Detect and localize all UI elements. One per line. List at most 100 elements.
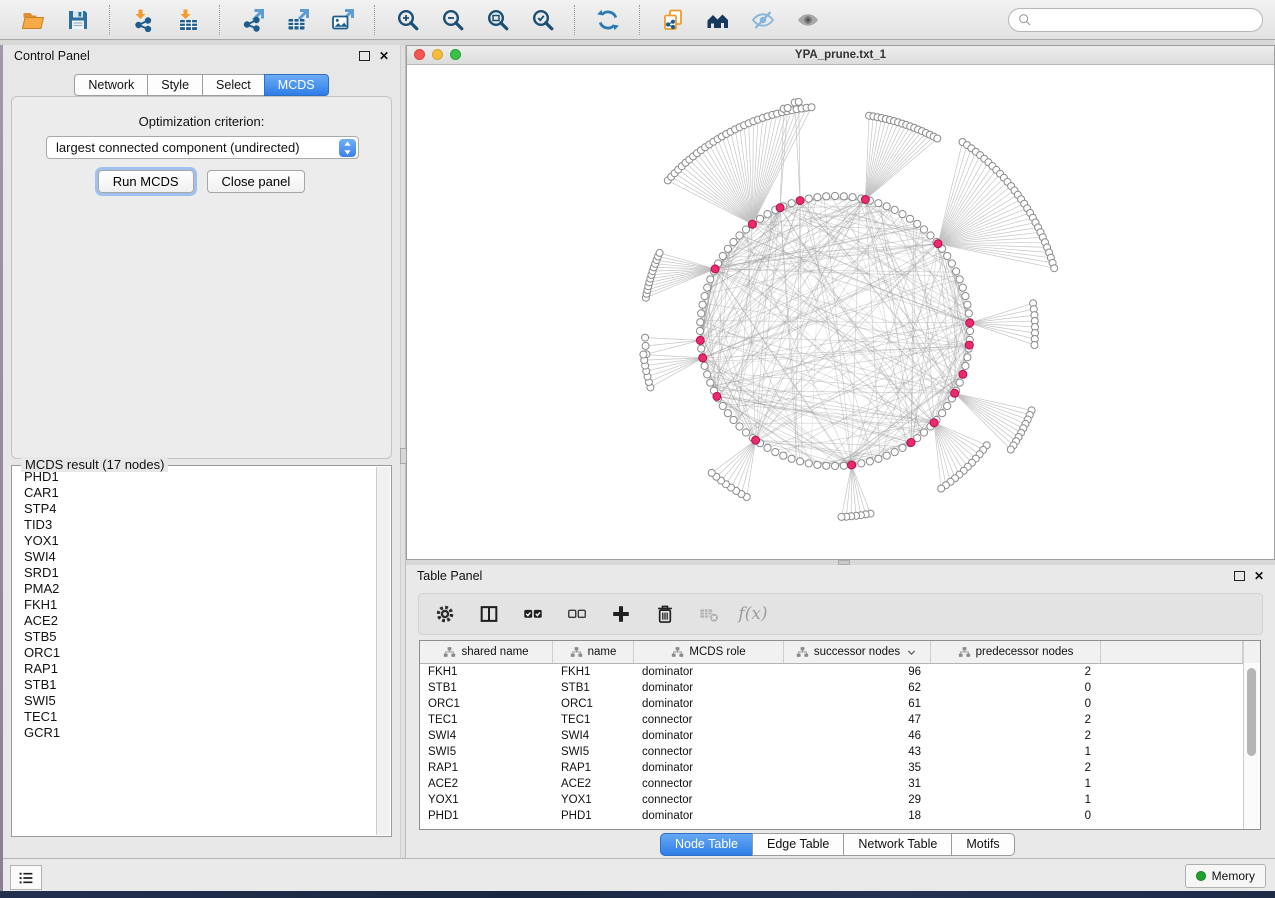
- open-file-button[interactable]: [19, 6, 46, 33]
- window-close-button[interactable]: [414, 49, 425, 60]
- column-header-mcds-role[interactable]: MCDS role: [634, 641, 784, 663]
- copy-network-button[interactable]: [659, 6, 686, 33]
- export-table-button[interactable]: [284, 6, 311, 33]
- tab-motifs[interactable]: Motifs: [951, 833, 1014, 856]
- tab-network[interactable]: Network: [74, 74, 147, 96]
- tab-mcds[interactable]: MCDS: [264, 74, 329, 96]
- cell-shared-name: ACE2: [420, 778, 553, 790]
- export-network-button[interactable]: [239, 6, 266, 33]
- run-mcds-button[interactable]: Run MCDS: [98, 170, 194, 193]
- column-header-successor-nodes[interactable]: successor nodes: [784, 641, 931, 663]
- zoom-in-button[interactable]: [394, 6, 421, 33]
- mcds-result-item[interactable]: STP4: [24, 501, 377, 517]
- result-list-scrollbar[interactable]: [376, 467, 390, 835]
- search-field[interactable]: [1008, 8, 1263, 32]
- cell-mcds-role: dominator: [634, 730, 784, 742]
- task-history-button[interactable]: [10, 865, 42, 890]
- mcds-result-item[interactable]: RAP1: [24, 661, 377, 677]
- add-column-button[interactable]: [609, 602, 633, 626]
- settings-gear-button[interactable]: [433, 602, 457, 626]
- select-all-button[interactable]: [521, 602, 545, 626]
- close-table-panel-icon[interactable]: ✕: [1254, 570, 1264, 582]
- mcds-result-item[interactable]: TEC1: [24, 709, 377, 725]
- network-window-title: YPA_prune.txt_1: [795, 49, 886, 61]
- mcds-result-item[interactable]: SRD1: [24, 565, 377, 581]
- delete-column-button[interactable]: [653, 602, 677, 626]
- show-all-button[interactable]: [794, 6, 821, 33]
- table-row[interactable]: SWI4SWI4dominator462: [420, 728, 1260, 744]
- mcds-result-item[interactable]: FKH1: [24, 597, 377, 613]
- table-scrollbar-thumb[interactable]: [1247, 668, 1256, 756]
- close-panel-icon[interactable]: ✕: [379, 50, 389, 62]
- zoom-out-button[interactable]: [439, 6, 466, 33]
- import-table-button[interactable]: [174, 6, 201, 33]
- table-panel-tabs: Node TableEdge TableNetwork TableMotifs: [660, 833, 1015, 856]
- deselect-all-button[interactable]: [565, 602, 589, 626]
- mcds-result-list[interactable]: PHD1CAR1STP4TID3YOX1SWI4SRD1PMA2FKH1ACE2…: [12, 469, 377, 835]
- column-header-shared-name[interactable]: shared name: [420, 641, 553, 663]
- select-stepper-icon: [339, 139, 356, 157]
- first-neighbors-button[interactable]: [704, 6, 731, 33]
- mcds-result-item[interactable]: TID3: [24, 517, 377, 533]
- float-table-panel-icon[interactable]: [1234, 571, 1245, 581]
- refresh-layout-button[interactable]: [594, 6, 621, 33]
- table-scrollbar[interactable]: [1243, 663, 1260, 829]
- table-row[interactable]: ACE2ACE2connector311: [420, 776, 1260, 792]
- cell-predecessor-nodes: 2: [931, 666, 1101, 678]
- network-window-titlebar[interactable]: YPA_prune.txt_1: [407, 46, 1274, 65]
- mcds-result-item[interactable]: CAR1: [24, 485, 377, 501]
- show-all-icon: [796, 8, 820, 32]
- toolbar-icon-groups: [10, 5, 830, 35]
- zoom-selected-icon: [531, 8, 555, 32]
- mcds-result-item[interactable]: ORC1: [24, 645, 377, 661]
- mcds-result-item[interactable]: STB5: [24, 629, 377, 645]
- table-row[interactable]: RAP1RAP1dominator352: [420, 760, 1260, 776]
- table-row[interactable]: SWI5SWI5connector431: [420, 744, 1260, 760]
- window-minimize-button[interactable]: [432, 49, 443, 60]
- tab-edge-table[interactable]: Edge Table: [752, 833, 843, 856]
- zoom-selected-button[interactable]: [529, 6, 556, 33]
- close-panel-button[interactable]: Close panel: [207, 170, 306, 193]
- table-row[interactable]: STB1STB1dominator620: [420, 680, 1260, 696]
- mcds-result-item[interactable]: STB1: [24, 677, 377, 693]
- float-panel-icon[interactable]: [359, 51, 370, 61]
- column-type-icon: [570, 646, 583, 659]
- import-network-button[interactable]: [129, 6, 156, 33]
- mcds-result-item[interactable]: PMA2: [24, 581, 377, 597]
- table-toolbar: f(x): [418, 593, 1263, 635]
- mcds-result-item[interactable]: SWI5: [24, 693, 377, 709]
- tab-network-table[interactable]: Network Table: [843, 833, 951, 856]
- mcds-result-item[interactable]: YOX1: [24, 533, 377, 549]
- memory-button[interactable]: Memory: [1185, 864, 1266, 888]
- mcds-result-item[interactable]: SWI4: [24, 549, 377, 565]
- table-row[interactable]: ORC1ORC1dominator610: [420, 696, 1260, 712]
- search-input[interactable]: [1033, 12, 1262, 28]
- table-row[interactable]: TEC1TEC1connector472: [420, 712, 1260, 728]
- tab-style[interactable]: Style: [147, 74, 202, 96]
- mcds-result-item[interactable]: PHD1: [24, 469, 377, 485]
- toolbar-separator: [574, 5, 576, 35]
- tab-select[interactable]: Select: [202, 74, 264, 96]
- column-header-predecessor-nodes[interactable]: predecessor nodes: [931, 641, 1101, 663]
- main-toolbar: [0, 0, 1275, 40]
- column-layout-button[interactable]: [477, 602, 501, 626]
- toolbar-separator: [109, 5, 111, 35]
- column-header-filler: [1101, 641, 1243, 663]
- cell-predecessor-nodes: 2: [931, 762, 1101, 774]
- cell-predecessor-nodes: 0: [931, 698, 1101, 710]
- window-maximize-button[interactable]: [450, 49, 461, 60]
- export-image-button[interactable]: [329, 6, 356, 33]
- tab-node-table[interactable]: Node Table: [660, 833, 752, 856]
- mcds-result-item[interactable]: GCR1: [24, 725, 377, 741]
- save-session-button[interactable]: [64, 6, 91, 33]
- table-row[interactable]: PHD1PHD1dominator180: [420, 808, 1260, 824]
- table-row[interactable]: YOX1YOX1connector291: [420, 792, 1260, 808]
- function-builder-button: f(x): [741, 602, 765, 626]
- mcds-result-item[interactable]: ACE2: [24, 613, 377, 629]
- optimization-criterion-select[interactable]: largest connected component (undirected): [46, 136, 359, 159]
- hide-selected-button[interactable]: [749, 6, 776, 33]
- network-canvas[interactable]: [407, 64, 1274, 559]
- table-row[interactable]: FKH1FKH1dominator962: [420, 664, 1260, 680]
- zoom-fit-button[interactable]: [484, 6, 511, 33]
- column-header-name[interactable]: name: [553, 641, 634, 663]
